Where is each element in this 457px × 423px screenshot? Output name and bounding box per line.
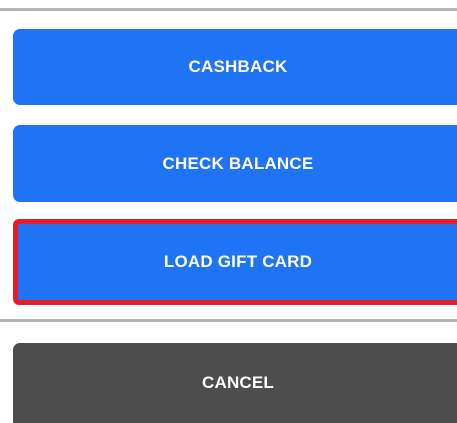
cashback-label: CASHBACK (188, 57, 288, 76)
check-balance-label: CHECK BALANCE (162, 153, 314, 173)
load-gift-card-button[interactable]: LOAD GIFT CARD (13, 219, 457, 305)
cashback-button[interactable]: CASHBACK (13, 29, 457, 105)
top-divider (0, 8, 457, 11)
load-gift-card-label: LOAD GIFT CARD (163, 252, 313, 271)
cancel-button[interactable]: CANCEL (13, 343, 457, 423)
payment-options-screen: CASHBACK CHECK BALANCE LOAD GIFT CARD CA… (0, 0, 457, 423)
check-balance-button[interactable]: CHECK BALANCE (13, 125, 457, 202)
cancel-label: CANCEL (201, 373, 275, 392)
bottom-divider (0, 319, 457, 322)
